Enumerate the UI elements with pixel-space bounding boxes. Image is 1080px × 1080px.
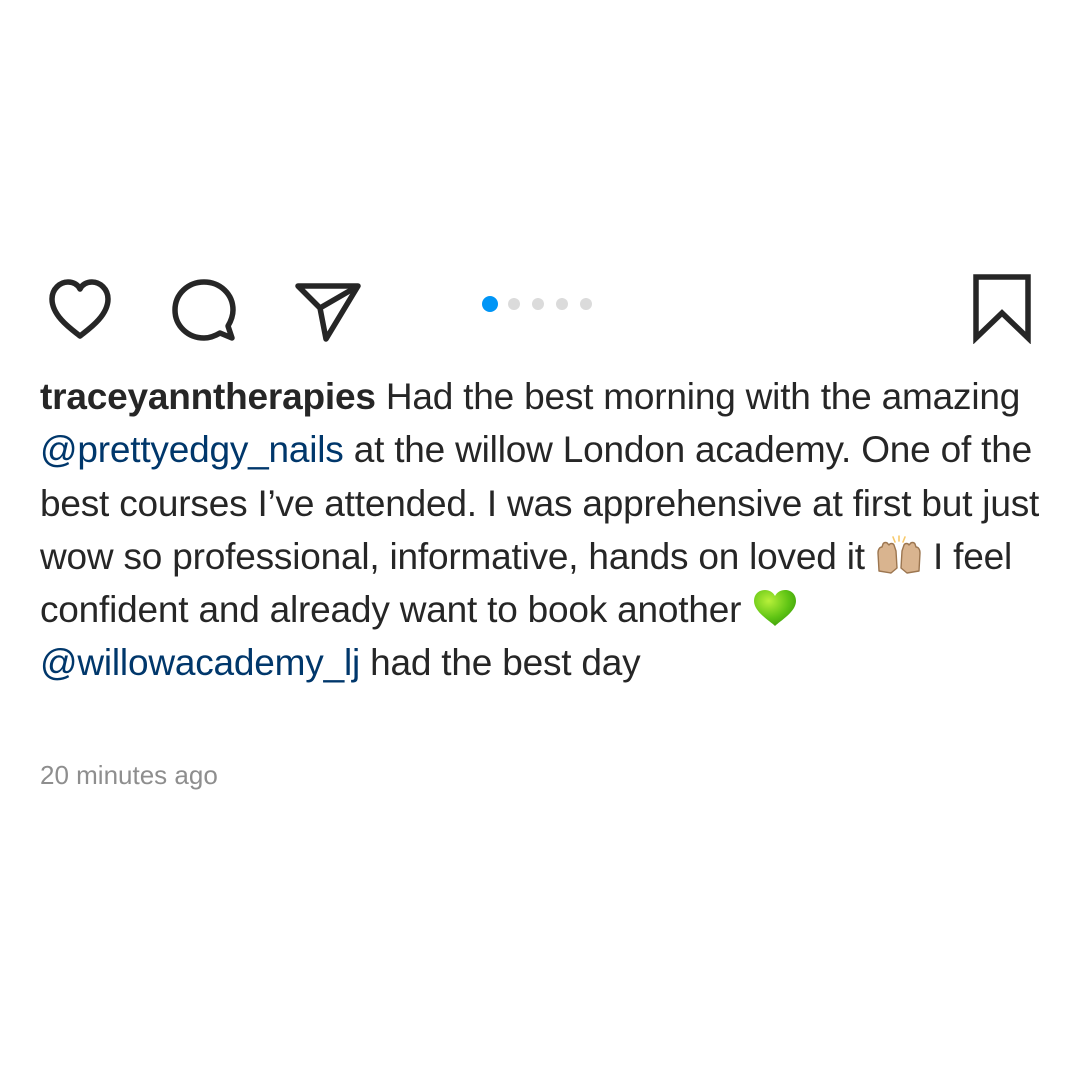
post-caption: traceyanntherapies Had the best morning …	[40, 370, 1040, 690]
caption-text: had the best day	[360, 642, 641, 684]
bookmark-icon	[973, 274, 1031, 344]
carousel-dot	[580, 298, 592, 310]
carousel-indicator	[482, 296, 592, 312]
raising-hands-emoji	[875, 535, 923, 575]
share-button[interactable]	[292, 274, 364, 346]
mention-link[interactable]: @willowacademy_lj	[40, 642, 360, 683]
mention-link[interactable]: @prettyedgy_nails	[40, 429, 344, 470]
comment-icon	[172, 279, 236, 341]
like-button[interactable]	[44, 274, 116, 346]
post-timestamp[interactable]: 20 minutes ago	[40, 758, 218, 792]
carousel-dot	[556, 298, 568, 310]
save-button[interactable]	[966, 272, 1038, 344]
green-heart-emoji	[751, 588, 799, 628]
post-action-bar	[0, 262, 1080, 352]
caption-username[interactable]: traceyanntherapies	[40, 376, 376, 417]
carousel-dot	[508, 298, 520, 310]
heart-icon	[49, 279, 111, 339]
caption-text: Had the best morning with the amazing	[375, 376, 1021, 417]
paper-plane-icon	[295, 283, 361, 342]
carousel-dot-active	[482, 296, 498, 312]
comment-button[interactable]	[168, 274, 240, 346]
carousel-dot	[532, 298, 544, 310]
